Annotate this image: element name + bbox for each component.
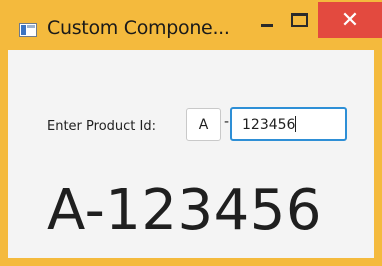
content-area: Enter Product Id: A - 123456 A-123456 (8, 50, 374, 258)
product-prefix-field[interactable]: A (186, 108, 221, 141)
text-caret (295, 116, 297, 132)
title-bar[interactable]: Custom Compone... ✕ (0, 0, 382, 50)
product-id-display: A-123456 (47, 178, 323, 243)
separator-dash: - (224, 114, 230, 130)
product-id-label: Enter Product Id: (47, 119, 156, 134)
window-title: Custom Compone... (47, 17, 230, 39)
product-prefix-value: A (198, 116, 209, 133)
minimize-icon (261, 23, 273, 27)
maximize-icon (290, 13, 308, 27)
close-button[interactable]: ✕ (318, 2, 382, 38)
product-number-value: 123456 (242, 117, 296, 133)
maximize-button[interactable] (276, 0, 322, 40)
app-window: Custom Compone... ✕ Enter Product Id: A … (0, 0, 382, 266)
product-number-field[interactable]: 123456 (230, 107, 347, 141)
close-icon: ✕ (340, 7, 360, 33)
app-icon (19, 23, 37, 37)
